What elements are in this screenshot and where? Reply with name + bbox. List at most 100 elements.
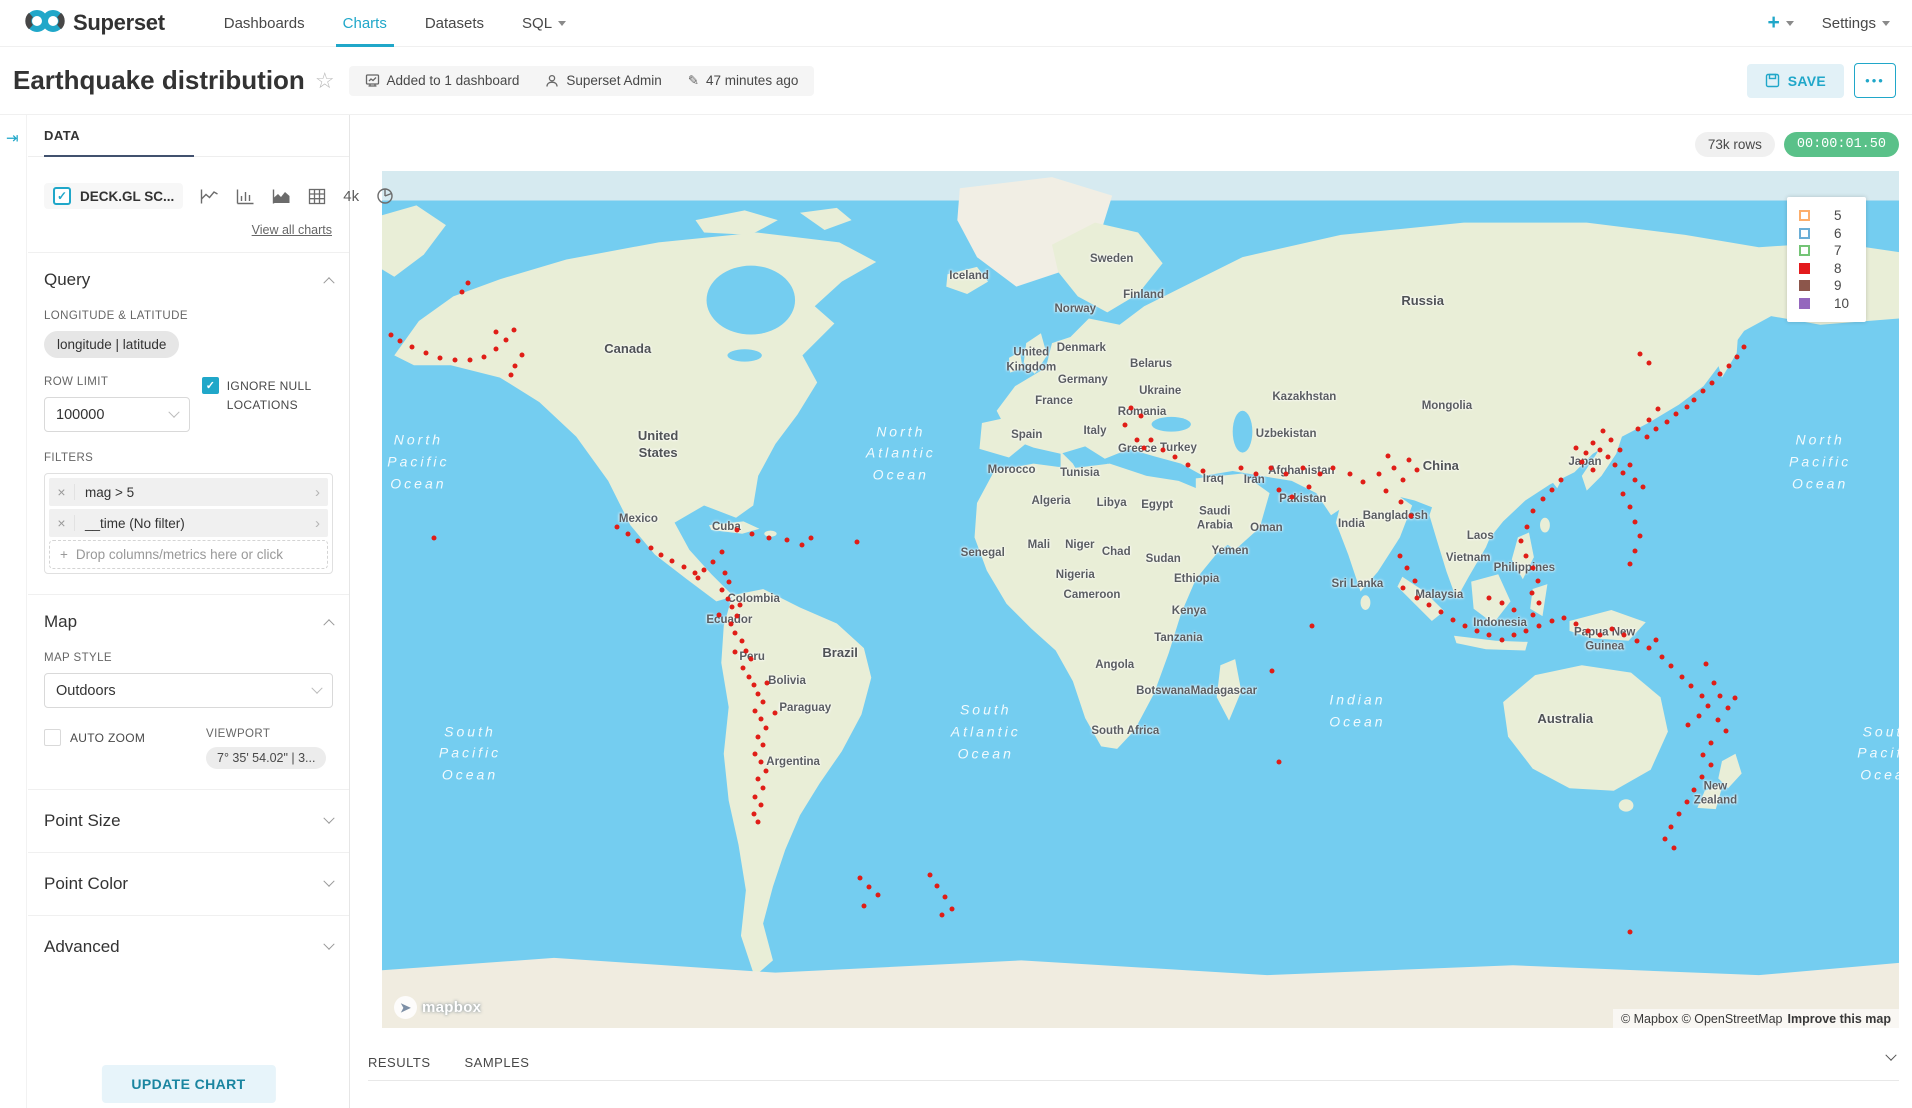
earthquake-point[interactable] [1628,930,1633,935]
earthquake-point[interactable] [1677,811,1682,816]
dashboards-meta[interactable]: Added to 1 dashboard [365,73,520,88]
earthquake-point[interactable] [756,820,761,825]
earthquake-point[interactable] [1605,455,1610,460]
table-icon[interactable] [308,188,326,205]
earthquake-point[interactable] [759,760,764,765]
earthquake-point[interactable] [513,363,518,368]
earthquake-point[interactable] [1701,389,1706,394]
earthquake-point[interactable] [1238,465,1243,470]
earthquake-point[interactable] [1511,633,1516,638]
earthquake-point[interactable] [1413,578,1418,583]
earthquake-point[interactable] [410,344,415,349]
earthquake-point[interactable] [1317,472,1322,477]
earthquake-point[interactable] [1692,397,1697,402]
earthquake-point[interactable] [756,734,761,739]
earthquake-point[interactable] [1637,352,1642,357]
earthquake-point[interactable] [1637,534,1642,539]
earthquake-point[interactable] [1689,684,1694,689]
earthquake-point[interactable] [1705,703,1710,708]
earthquake-point[interactable] [1270,669,1275,674]
earthquake-point[interactable] [1708,740,1713,745]
earthquake-point[interactable] [1525,524,1530,529]
earthquake-point[interactable] [1451,618,1456,623]
earthquake-point[interactable] [733,649,738,654]
earthquake-point[interactable] [1701,752,1706,757]
area-chart-icon[interactable] [272,188,291,205]
deckgl-scatter-map[interactable]: North Pacific OceanNorth Atlantic OceanN… [382,171,1899,1028]
tab-results[interactable]: RESULTS [368,1055,431,1070]
query-section-header[interactable]: Query [44,270,333,290]
earthquake-point[interactable] [1598,632,1603,637]
earthquake-point[interactable] [1660,654,1665,659]
map-style-select[interactable]: Outdoors [44,673,333,708]
earthquake-point[interactable] [1200,468,1205,473]
bar-chart-icon[interactable] [236,188,255,205]
earthquake-point[interactable] [950,906,955,911]
earthquake-point[interactable] [1141,445,1146,450]
last-modified-meta[interactable]: ✎ 47 minutes ago [688,73,799,89]
earthquake-point[interactable] [504,337,509,342]
tab-data[interactable]: DATA [44,128,80,143]
earthquake-point[interactable] [800,542,805,547]
earthquake-point[interactable] [1531,612,1536,617]
settings-menu[interactable]: Settings [1822,15,1890,32]
earthquake-point[interactable] [1347,472,1352,477]
earthquake-point[interactable] [1640,485,1645,490]
earthquake-point[interactable] [1540,497,1545,502]
earthquake-point[interactable] [759,803,764,808]
nav-item-sql[interactable]: SQL [503,0,585,46]
earthquake-point[interactable] [744,648,749,653]
earthquake-point[interactable] [719,588,724,593]
earthquake-point[interactable] [1699,694,1704,699]
earthquake-point[interactable] [1529,590,1534,595]
earthquake-point[interactable] [1669,664,1674,669]
earthquake-point[interactable] [1405,565,1410,570]
improve-map-link[interactable]: Improve this map [1788,1012,1892,1026]
row-limit-select[interactable]: 100000 [44,397,190,432]
earthquake-point[interactable] [1397,553,1402,558]
filter-item[interactable]: ×mag > 5› [49,478,328,506]
save-button[interactable]: SAVE [1747,64,1844,98]
earthquake-point[interactable] [511,327,516,332]
earthquake-point[interactable] [1138,414,1143,419]
earthquake-point[interactable] [1361,480,1366,485]
earthquake-point[interactable] [1608,438,1613,443]
mapbox-logo[interactable]: ➤ mapbox [394,996,481,1019]
earthquake-point[interactable] [1645,434,1650,439]
earthquake-point[interactable] [452,358,457,363]
earthquake-point[interactable] [1579,460,1584,465]
earthquake-point[interactable] [748,657,753,662]
earthquake-point[interactable] [760,700,765,705]
nav-item-charts[interactable]: Charts [324,0,406,46]
earthquake-point[interactable] [1620,492,1625,497]
auto-zoom-checkbox[interactable] [44,729,61,746]
earthquake-point[interactable] [1674,412,1679,417]
earthquake-point[interactable] [1620,470,1625,475]
earthquake-point[interactable] [1306,485,1311,490]
earthquake-point[interactable] [1391,465,1396,470]
earthquake-point[interactable] [1733,696,1738,701]
earthquake-point[interactable] [508,372,513,377]
earthquake-point[interactable] [1426,602,1431,607]
earthquake-point[interactable] [493,347,498,352]
earthquake-point[interactable] [756,691,761,696]
earthquake-point[interactable] [1549,618,1554,623]
earthquake-point[interactable] [1742,344,1747,349]
owner-meta[interactable]: Superset Admin [545,73,661,88]
earthquake-point[interactable] [751,811,756,816]
filter-item[interactable]: ×__time (No filter)› [49,509,328,537]
earthquake-point[interactable] [734,613,739,618]
pie-chart-icon[interactable] [376,187,394,205]
earthquake-point[interactable] [1523,553,1528,558]
nav-item-datasets[interactable]: Datasets [406,0,503,46]
earthquake-point[interactable] [669,558,674,563]
earthquake-point[interactable] [519,353,524,358]
earthquake-point[interactable] [1499,637,1504,642]
earthquake-point[interactable] [756,777,761,782]
earthquake-point[interactable] [1684,404,1689,409]
earthquake-point[interactable] [1523,629,1528,634]
earthquake-point[interactable] [1680,674,1685,679]
earthquake-point[interactable] [1414,595,1419,600]
earthquake-point[interactable] [1634,638,1639,643]
earthquake-point[interactable] [1646,360,1651,365]
